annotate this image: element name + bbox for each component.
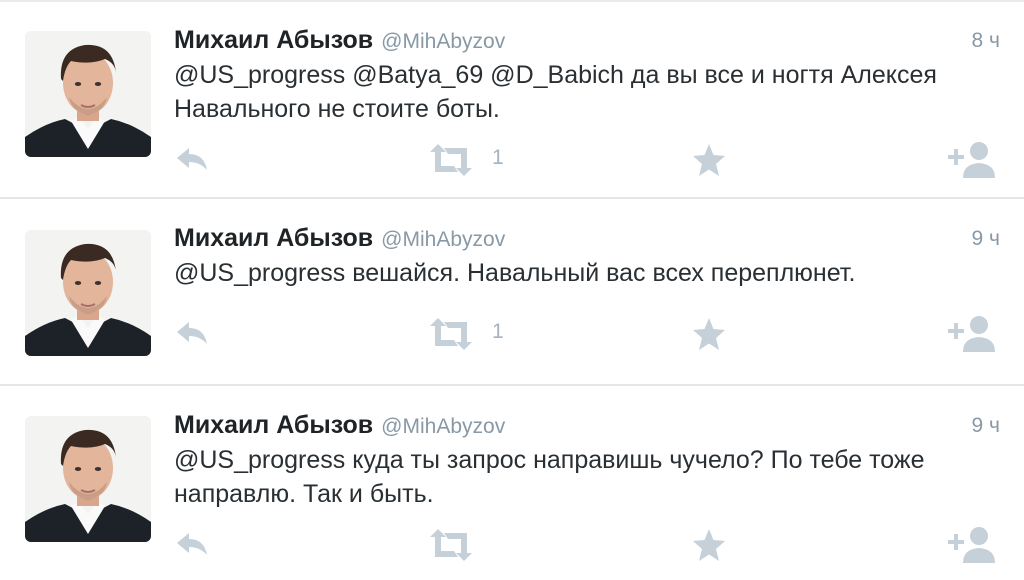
retweet-icon[interactable] bbox=[428, 525, 474, 565]
user-handle[interactable]: @MihAbyzov bbox=[381, 415, 505, 438]
user-name[interactable]: Михаил Абызов bbox=[174, 224, 373, 252]
avatar[interactable] bbox=[25, 31, 151, 157]
tweet-text: @US_progress @Batya_69 @D_Babich да вы в… bbox=[174, 61, 937, 123]
retweet-icon[interactable] bbox=[428, 314, 474, 354]
reply-icon[interactable] bbox=[174, 525, 210, 565]
tweet[interactable]: Михаил Абызов @MihAbyzov 9 ч @US_progress… bbox=[0, 199, 1024, 386]
tweet-text: @US_progress куда ты запрос направишь чу… bbox=[174, 446, 925, 508]
timestamp[interactable]: 8 ч bbox=[972, 29, 1000, 53]
retweet-icon[interactable] bbox=[428, 140, 474, 180]
retweet-count: 1 bbox=[492, 146, 504, 169]
user-name[interactable]: Михаил Абызов bbox=[174, 411, 373, 439]
avatar[interactable] bbox=[25, 416, 151, 542]
user-handle[interactable]: @MihAbyzov bbox=[381, 228, 505, 251]
reply-icon[interactable] bbox=[174, 140, 210, 180]
follow-user-icon[interactable] bbox=[946, 314, 998, 354]
tweet-text: @US_progress вешайся. Навальный вас всех… bbox=[174, 259, 856, 287]
tweet-actions: 1 bbox=[0, 140, 1024, 180]
tweet-header: Михаил Абызов @MihAbyzov 8 ч bbox=[174, 26, 1000, 62]
tweet[interactable]: Михаил Абызов @MihAbyzov 8 ч @US_progress… bbox=[0, 0, 1024, 199]
tweet-timeline: Михаил Абызов @MihAbyzov 8 ч @US_progress… bbox=[0, 0, 1024, 580]
star-icon[interactable] bbox=[690, 525, 728, 565]
user-name[interactable]: Михаил Абызов bbox=[174, 26, 373, 54]
tweet-actions bbox=[0, 525, 1024, 565]
star-icon[interactable] bbox=[690, 314, 728, 354]
user-handle[interactable]: @MihAbyzov bbox=[381, 30, 505, 53]
star-icon[interactable] bbox=[690, 140, 728, 180]
reply-icon[interactable] bbox=[174, 314, 210, 354]
retweet-count: 1 bbox=[492, 320, 504, 343]
timestamp[interactable]: 9 ч bbox=[972, 227, 1000, 251]
follow-user-icon[interactable] bbox=[946, 140, 998, 180]
tweet-header: Михаил Абызов @MihAbyzov 9 ч bbox=[174, 411, 1000, 447]
timestamp[interactable]: 9 ч bbox=[972, 414, 1000, 438]
tweet[interactable]: Михаил Абызов @MihAbyzov 9 ч @US_progress… bbox=[0, 386, 1024, 580]
follow-user-icon[interactable] bbox=[946, 525, 998, 565]
tweet-header: Михаил Абызов @MihAbyzov 9 ч bbox=[174, 224, 1000, 260]
tweet-actions: 1 bbox=[0, 314, 1024, 354]
